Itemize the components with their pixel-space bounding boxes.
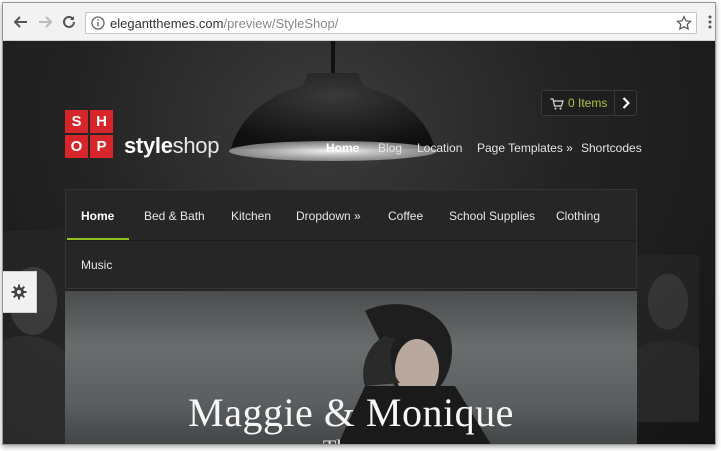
logo-letter: S bbox=[65, 110, 88, 133]
top-nav-shortcodes[interactable]: Shortcodes bbox=[581, 141, 642, 155]
info-icon[interactable] bbox=[91, 16, 105, 35]
side-photo-left bbox=[3, 231, 65, 444]
browser-toolbar: elegantthemes.com/preview/StyleShop/ bbox=[3, 3, 715, 41]
hero-banner[interactable]: Maggie & Monique The ... bbox=[65, 291, 637, 444]
reload-icon[interactable] bbox=[61, 14, 77, 30]
menu-dots-icon[interactable] bbox=[707, 14, 713, 35]
main-nav-music[interactable]: Music bbox=[81, 258, 112, 272]
styleshop-site: S H O P styleshop 0 Items Home Blog Loca… bbox=[3, 41, 715, 444]
logo-letter: P bbox=[90, 135, 113, 158]
logo-letter: O bbox=[65, 135, 88, 158]
top-nav-page-templates[interactable]: Page Templates » bbox=[477, 141, 573, 155]
main-nav-clothing[interactable]: Clothing bbox=[556, 209, 600, 223]
gear-icon bbox=[11, 284, 27, 300]
cart-button[interactable]: 0 Items bbox=[541, 90, 637, 116]
brand-light: shop bbox=[172, 133, 220, 158]
browser-window: elegantthemes.com/preview/StyleShop/ S H… bbox=[2, 2, 716, 445]
top-nav-blog[interactable]: Blog bbox=[378, 141, 402, 155]
main-navigation: Home Bed & Bath Kitchen Dropdown » Coffe… bbox=[65, 189, 637, 289]
logo-letter: H bbox=[90, 110, 113, 133]
back-arrow-icon[interactable] bbox=[13, 14, 29, 30]
main-nav-dropdown[interactable]: Dropdown » bbox=[296, 209, 361, 223]
hero-subtitle: The ... bbox=[65, 435, 637, 444]
main-nav-bed-bath[interactable]: Bed & Bath bbox=[144, 209, 205, 223]
brand-name[interactable]: styleshop bbox=[124, 133, 219, 159]
side-photo-right bbox=[637, 255, 699, 422]
hero-title: Maggie & Monique bbox=[188, 390, 514, 435]
cart-items-count: 0 Items bbox=[568, 96, 608, 110]
main-nav-kitchen[interactable]: Kitchen bbox=[231, 209, 271, 223]
brand-bold: style bbox=[124, 133, 173, 158]
url-text: elegantthemes.com/preview/StyleShop/ bbox=[110, 16, 338, 31]
main-nav-home[interactable]: Home bbox=[81, 209, 114, 223]
top-nav-location[interactable]: Location bbox=[417, 141, 462, 155]
star-icon[interactable] bbox=[676, 15, 692, 36]
url-domain: elegantthemes.com bbox=[110, 16, 224, 31]
address-bar[interactable]: elegantthemes.com/preview/StyleShop/ bbox=[85, 12, 697, 34]
forward-arrow-icon[interactable] bbox=[37, 14, 53, 30]
main-nav-coffee[interactable]: Coffee bbox=[388, 209, 423, 223]
main-nav-school-supplies[interactable]: School Supplies bbox=[449, 209, 535, 223]
settings-tab[interactable] bbox=[3, 271, 37, 313]
url-path: /preview/StyleShop/ bbox=[223, 16, 339, 31]
nav-row-divider bbox=[66, 240, 636, 241]
top-nav-home[interactable]: Home bbox=[326, 141, 359, 155]
cart-icon bbox=[550, 97, 564, 115]
shop-logo[interactable]: S H O P bbox=[65, 110, 113, 158]
chevron-right-icon[interactable] bbox=[614, 91, 636, 115]
